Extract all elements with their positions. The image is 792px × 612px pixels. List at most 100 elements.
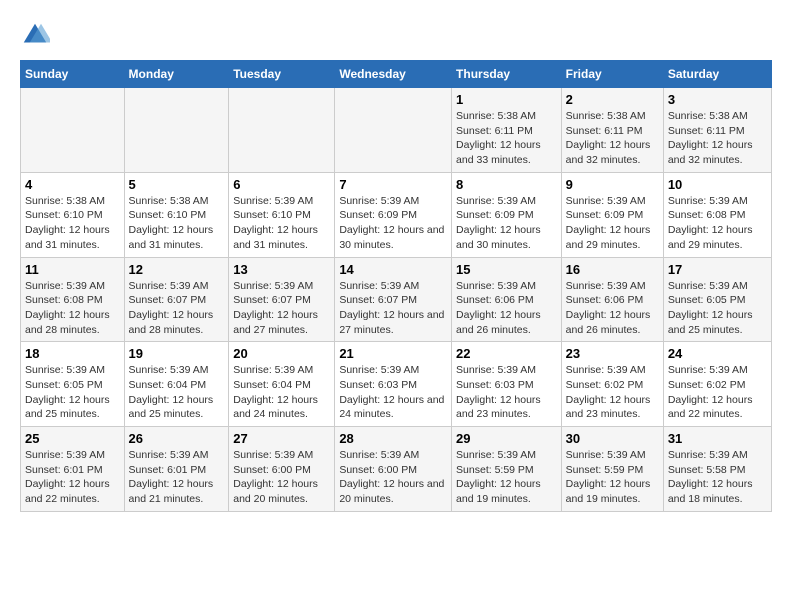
logo-icon (20, 20, 50, 50)
calendar-cell: 23 Sunrise: 5:39 AMSunset: 6:02 PMDayligh… (561, 342, 663, 427)
calendar-cell: 11 Sunrise: 5:39 AMSunset: 6:08 PMDayligh… (21, 257, 125, 342)
day-info: Sunrise: 5:39 AMSunset: 5:59 PMDaylight:… (566, 448, 659, 507)
day-number: 2 (566, 92, 659, 107)
calendar-cell: 21 Sunrise: 5:39 AMSunset: 6:03 PMDayligh… (335, 342, 452, 427)
calendar-cell: 8 Sunrise: 5:39 AMSunset: 6:09 PMDaylight… (452, 172, 562, 257)
day-info: Sunrise: 5:39 AMSunset: 6:04 PMDaylight:… (129, 363, 225, 422)
day-number: 12 (129, 262, 225, 277)
calendar-cell (229, 88, 335, 173)
calendar-cell: 17Sunrise: 5:39 AMSunset: 6:05 PMDayligh… (663, 257, 771, 342)
calendar-cell: 30 Sunrise: 5:39 AMSunset: 5:59 PMDayligh… (561, 427, 663, 512)
day-info: Sunrise: 5:39 AMSunset: 6:10 PMDaylight:… (233, 194, 330, 253)
calendar-cell: 5 Sunrise: 5:38 AMSunset: 6:10 PMDaylight… (124, 172, 229, 257)
calendar-cell: 26 Sunrise: 5:39 AMSunset: 6:01 PMDayligh… (124, 427, 229, 512)
week-row-0: 1Sunrise: 5:38 AMSunset: 6:11 PMDaylight… (21, 88, 772, 173)
day-number: 7 (339, 177, 447, 192)
day-info: Sunrise: 5:39 AMSunset: 6:08 PMDaylight:… (25, 279, 120, 338)
day-info: Sunrise: 5:39 AMSunset: 6:05 PMDaylight:… (668, 279, 767, 338)
day-number: 26 (129, 431, 225, 446)
header (20, 20, 772, 50)
day-info: Sunrise: 5:38 AMSunset: 6:11 PMDaylight:… (566, 109, 659, 168)
day-number: 31 (668, 431, 767, 446)
day-number: 13 (233, 262, 330, 277)
day-number: 15 (456, 262, 557, 277)
day-info: Sunrise: 5:39 AMSunset: 6:04 PMDaylight:… (233, 363, 330, 422)
day-number: 3 (668, 92, 767, 107)
calendar-cell: 24 Sunrise: 5:39 AMSunset: 6:02 PMDayligh… (663, 342, 771, 427)
day-info: Sunrise: 5:39 AMSunset: 6:08 PMDaylight:… (668, 194, 767, 253)
calendar-cell: 19 Sunrise: 5:39 AMSunset: 6:04 PMDayligh… (124, 342, 229, 427)
day-info: Sunrise: 5:39 AMSunset: 5:59 PMDaylight:… (456, 448, 557, 507)
calendar-cell: 4 Sunrise: 5:38 AMSunset: 6:10 PMDaylight… (21, 172, 125, 257)
day-number: 30 (566, 431, 659, 446)
day-info: Sunrise: 5:39 AMSunset: 6:09 PMDaylight:… (566, 194, 659, 253)
day-info: Sunrise: 5:39 AMSunset: 6:05 PMDaylight:… (25, 363, 120, 422)
calendar-cell: 14Sunrise: 5:39 AMSunset: 6:07 PMDayligh… (335, 257, 452, 342)
calendar-cell: 7 Sunrise: 5:39 AMSunset: 6:09 PMDaylight… (335, 172, 452, 257)
day-info: Sunrise: 5:39 AMSunset: 6:02 PMDaylight:… (668, 363, 767, 422)
header-cell-saturday: Saturday (663, 61, 771, 88)
day-info: Sunrise: 5:39 AMSunset: 6:01 PMDaylight:… (129, 448, 225, 507)
day-info: Sunrise: 5:39 AMSunset: 6:00 PMDaylight:… (233, 448, 330, 507)
day-number: 19 (129, 346, 225, 361)
day-number: 24 (668, 346, 767, 361)
day-number: 16 (566, 262, 659, 277)
header-cell-thursday: Thursday (452, 61, 562, 88)
calendar-cell: 31Sunrise: 5:39 AMSunset: 5:58 PMDayligh… (663, 427, 771, 512)
calendar-cell: 12 Sunrise: 5:39 AMSunset: 6:07 PMDayligh… (124, 257, 229, 342)
day-info: Sunrise: 5:38 AMSunset: 6:11 PMDaylight:… (456, 109, 557, 168)
day-info: Sunrise: 5:39 AMSunset: 6:02 PMDaylight:… (566, 363, 659, 422)
calendar-cell: 1Sunrise: 5:38 AMSunset: 6:11 PMDaylight… (452, 88, 562, 173)
logo (20, 20, 55, 50)
calendar-table: SundayMondayTuesdayWednesdayThursdayFrid… (20, 60, 772, 512)
header-cell-wednesday: Wednesday (335, 61, 452, 88)
header-cell-tuesday: Tuesday (229, 61, 335, 88)
day-number: 22 (456, 346, 557, 361)
day-number: 11 (25, 262, 120, 277)
day-number: 29 (456, 431, 557, 446)
day-number: 9 (566, 177, 659, 192)
week-row-2: 11 Sunrise: 5:39 AMSunset: 6:08 PMDayligh… (21, 257, 772, 342)
week-row-3: 18 Sunrise: 5:39 AMSunset: 6:05 PMDayligh… (21, 342, 772, 427)
calendar-cell (335, 88, 452, 173)
calendar-cell: 13 Sunrise: 5:39 AMSunset: 6:07 PMDayligh… (229, 257, 335, 342)
day-number: 18 (25, 346, 120, 361)
calendar-cell: 3 Sunrise: 5:38 AMSunset: 6:11 PMDaylight… (663, 88, 771, 173)
day-info: Sunrise: 5:38 AMSunset: 6:11 PMDaylight:… (668, 109, 767, 168)
calendar-cell (21, 88, 125, 173)
calendar-header: SundayMondayTuesdayWednesdayThursdayFrid… (21, 61, 772, 88)
day-info: Sunrise: 5:39 AMSunset: 6:03 PMDaylight:… (339, 363, 447, 422)
day-number: 4 (25, 177, 120, 192)
day-info: Sunrise: 5:39 AMSunset: 6:07 PMDaylight:… (129, 279, 225, 338)
header-cell-sunday: Sunday (21, 61, 125, 88)
day-info: Sunrise: 5:39 AMSunset: 6:06 PMDaylight:… (456, 279, 557, 338)
day-number: 25 (25, 431, 120, 446)
day-info: Sunrise: 5:39 AMSunset: 6:00 PMDaylight:… (339, 448, 447, 507)
header-cell-friday: Friday (561, 61, 663, 88)
day-number: 27 (233, 431, 330, 446)
calendar-cell: 10Sunrise: 5:39 AMSunset: 6:08 PMDayligh… (663, 172, 771, 257)
day-number: 21 (339, 346, 447, 361)
calendar-cell: 9 Sunrise: 5:39 AMSunset: 6:09 PMDaylight… (561, 172, 663, 257)
day-info: Sunrise: 5:38 AMSunset: 6:10 PMDaylight:… (25, 194, 120, 253)
day-info: Sunrise: 5:38 AMSunset: 6:10 PMDaylight:… (129, 194, 225, 253)
day-info: Sunrise: 5:39 AMSunset: 6:01 PMDaylight:… (25, 448, 120, 507)
header-row: SundayMondayTuesdayWednesdayThursdayFrid… (21, 61, 772, 88)
day-number: 23 (566, 346, 659, 361)
header-cell-monday: Monday (124, 61, 229, 88)
day-number: 6 (233, 177, 330, 192)
day-info: Sunrise: 5:39 AMSunset: 6:07 PMDaylight:… (233, 279, 330, 338)
day-number: 8 (456, 177, 557, 192)
calendar-cell: 16Sunrise: 5:39 AMSunset: 6:06 PMDayligh… (561, 257, 663, 342)
day-number: 20 (233, 346, 330, 361)
day-number: 28 (339, 431, 447, 446)
calendar-cell: 27 Sunrise: 5:39 AMSunset: 6:00 PMDayligh… (229, 427, 335, 512)
day-info: Sunrise: 5:39 AMSunset: 6:09 PMDaylight:… (339, 194, 447, 253)
day-number: 14 (339, 262, 447, 277)
week-row-4: 25 Sunrise: 5:39 AMSunset: 6:01 PMDayligh… (21, 427, 772, 512)
week-row-1: 4 Sunrise: 5:38 AMSunset: 6:10 PMDaylight… (21, 172, 772, 257)
day-number: 5 (129, 177, 225, 192)
calendar-cell: 2 Sunrise: 5:38 AMSunset: 6:11 PMDaylight… (561, 88, 663, 173)
calendar-cell: 22Sunrise: 5:39 AMSunset: 6:03 PMDayligh… (452, 342, 562, 427)
day-info: Sunrise: 5:39 AMSunset: 6:09 PMDaylight:… (456, 194, 557, 253)
